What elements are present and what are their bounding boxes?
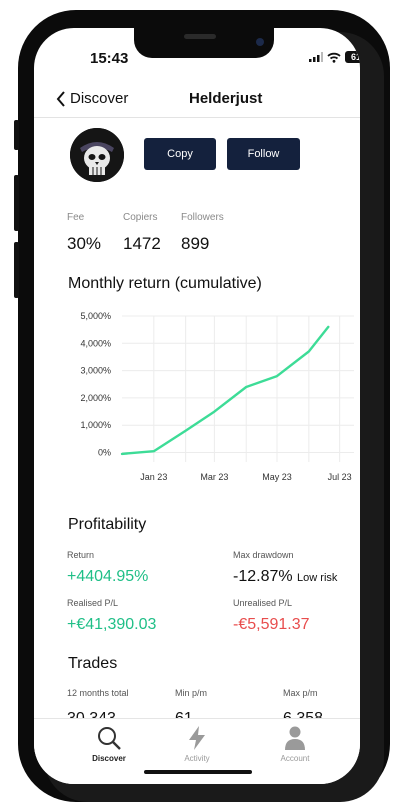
monthly-return-title: Monthly return (cumulative) <box>68 275 262 292</box>
cumulative-return-line <box>120 325 330 456</box>
return-value: +4404.95% <box>67 568 149 585</box>
monthly-return-chart: 5,000% 4,000% 3,000% 2,000% 1,000% 0% Jan 23 Ma… <box>80 311 354 482</box>
wifi-icon <box>327 52 341 63</box>
page-title: Helderjust <box>189 90 263 107</box>
max-drawdown-label: Max drawdown <box>233 550 294 560</box>
tab-activity[interactable]: Activity <box>162 725 232 763</box>
y-tick-label: 1,000% <box>80 420 111 430</box>
notch <box>134 28 274 58</box>
tab-account[interactable]: Account <box>260 725 330 763</box>
drawdown-percent: -12.87% <box>233 568 293 585</box>
mute-switch <box>14 120 19 150</box>
search-icon <box>98 727 121 750</box>
skull-icon <box>70 128 124 182</box>
max-per-month-label: Max p/m <box>283 688 318 698</box>
x-tick-label: May 23 <box>262 472 292 482</box>
signal-icon <box>309 52 323 62</box>
total-trades-label: 12 months total <box>67 688 129 698</box>
volume-down-button <box>14 242 19 298</box>
bolt-icon <box>189 726 205 750</box>
follow-button[interactable]: Follow <box>227 138 300 170</box>
realised-pl-label: Realised P/L <box>67 598 119 608</box>
min-per-month-label: Min p/m <box>175 688 208 698</box>
back-button[interactable]: Discover <box>56 90 128 107</box>
copiers-value: 1472 <box>123 234 161 253</box>
tab-account-label: Account <box>280 754 310 763</box>
risk-level: Low risk <box>297 572 338 584</box>
y-tick-label: 4,000% <box>80 338 111 348</box>
realised-pl-value: +€41,390.03 <box>67 616 157 633</box>
followers-value: 899 <box>181 234 210 253</box>
tab-discover-label: Discover <box>92 754 126 763</box>
trades-title: Trades <box>68 655 118 672</box>
max-drawdown-value: -12.87% Low risk <box>233 568 337 586</box>
header-divider <box>34 117 360 118</box>
y-tick-label: 3,000% <box>80 366 111 376</box>
x-tick-label: Jan 23 <box>140 472 167 482</box>
page: 15:43 61 Discover Helderjust Copy Follow… <box>0 0 396 810</box>
battery-icon: 61 <box>345 51 360 63</box>
y-tick-label: 0% <box>98 448 111 458</box>
fee-value: 30% <box>67 234 102 253</box>
y-tick-label: 2,000% <box>80 393 111 403</box>
copy-button[interactable]: Copy <box>144 138 216 170</box>
x-tick-label: Jul 23 <box>328 472 352 482</box>
volume-up-button <box>14 175 19 231</box>
unrealised-pl-label: Unrealised P/L <box>233 598 293 608</box>
status-icons: 61 <box>309 51 360 63</box>
back-label: Discover <box>70 90 129 107</box>
tab-activity-label: Activity <box>184 754 210 763</box>
followers-label: Followers <box>181 212 224 223</box>
return-label: Return <box>67 550 95 560</box>
home-indicator <box>144 770 252 774</box>
copiers-label: Copiers <box>123 212 158 223</box>
person-icon <box>285 726 305 750</box>
profitability-title: Profitability <box>68 516 147 533</box>
bottom-tab-bar: Discover Activity Account <box>34 718 360 784</box>
app-screen: 15:43 61 Discover Helderjust Copy Follow… <box>34 28 360 784</box>
camera <box>256 38 264 46</box>
avatar <box>70 128 124 182</box>
status-time: 15:43 <box>90 50 129 67</box>
y-tick-label: 5,000% <box>80 311 111 321</box>
x-tick-label: Mar 23 <box>200 472 228 482</box>
tab-discover[interactable]: Discover <box>74 725 144 763</box>
chevron-left-icon <box>56 90 65 107</box>
speaker <box>184 34 216 39</box>
top-nav: Discover Helderjust <box>34 90 360 120</box>
fee-label: Fee <box>67 212 85 223</box>
unrealised-pl-value: -€5,591.37 <box>233 616 310 633</box>
